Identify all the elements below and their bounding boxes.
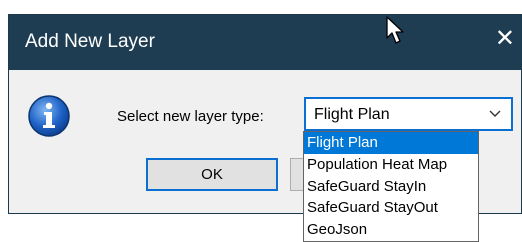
chevron-down-icon bbox=[489, 110, 501, 117]
option-population-heat-map[interactable]: Population Heat Map bbox=[304, 154, 478, 176]
option-geojson[interactable]: GeoJson bbox=[304, 219, 478, 241]
ok-button[interactable]: OK bbox=[146, 158, 278, 191]
layer-type-selected-value: Flight Plan bbox=[314, 106, 390, 123]
layer-type-label: Select new layer type: bbox=[117, 108, 264, 125]
option-safeguard-stayin[interactable]: SafeGuard StayIn bbox=[304, 176, 478, 198]
option-flight-plan[interactable]: Flight Plan bbox=[304, 132, 478, 154]
layer-type-dropdown-list[interactable]: Flight Plan Population Heat Map SafeGuar… bbox=[303, 131, 479, 242]
option-safeguard-stayout[interactable]: SafeGuard StayOut bbox=[304, 197, 478, 219]
dialog-title: Add New Layer bbox=[25, 31, 155, 52]
dialog-titlebar[interactable]: Add New Layer ✕ bbox=[9, 15, 521, 70]
mouse-cursor-icon bbox=[386, 16, 404, 44]
close-icon[interactable]: ✕ bbox=[495, 27, 515, 51]
layer-type-select[interactable]: Flight Plan bbox=[304, 97, 513, 131]
info-icon bbox=[28, 95, 70, 137]
